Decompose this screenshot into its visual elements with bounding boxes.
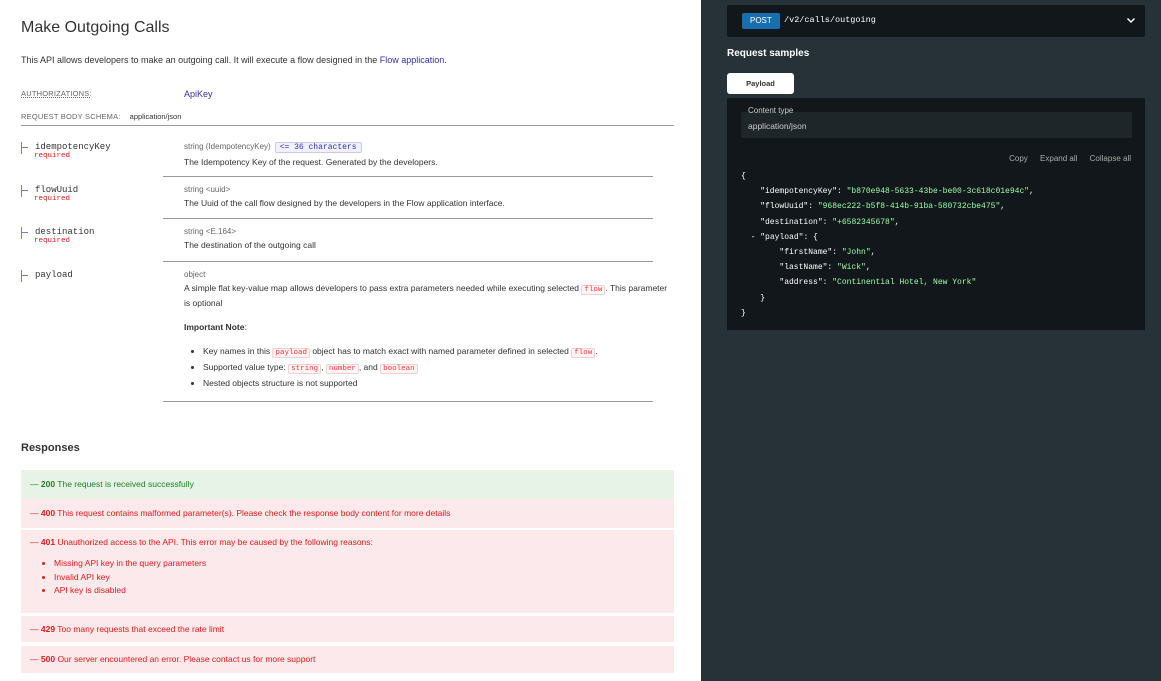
json-value: "968ec222-b5f8-414b-91ba-580732cbe475": [817, 202, 1001, 212]
list-item: Supported value type: string, number, an…: [203, 360, 674, 376]
tree-branch: [21, 270, 29, 282]
property-type: string (IdempotencyKey): [184, 142, 271, 151]
authorizations-label: AUTHORIZATIONS:: [21, 89, 92, 98]
list-item: Key names in this payload object has to …: [203, 344, 674, 360]
api-doc-panel: Make Outgoing Calls This API allows deve…: [0, 0, 701, 681]
required-label: required: [34, 237, 71, 245]
expand-all-button[interactable]: Expand all: [1040, 154, 1077, 163]
property-type: string <E.164>: [184, 227, 237, 236]
json-value: "+6582345678": [832, 217, 895, 227]
json-sample: { "idempotencyKey": "b870e948-5633-43be-…: [741, 172, 1034, 318]
property-description: A simple flat key-value map allows devel…: [184, 283, 668, 308]
response-200[interactable]: — 200 The request is received successful…: [21, 470, 674, 499]
list-item: Nested objects structure is not supporte…: [203, 376, 674, 390]
response-400[interactable]: — 400 This request contains malformed pa…: [21, 499, 674, 528]
responses-title: Responses: [21, 442, 80, 454]
tree-branch: [21, 227, 29, 239]
response-description: The request is received successfully: [57, 479, 194, 489]
divider: [163, 218, 653, 219]
divider: [163, 261, 653, 262]
response-description: This request contains malformed paramete…: [57, 508, 451, 518]
required-label: required: [34, 152, 71, 160]
property-name: flowUuid: [35, 185, 79, 195]
collapse-all-button[interactable]: Collapse all: [1090, 154, 1131, 163]
inline-code: boolean: [380, 364, 418, 374]
list-item: Missing API key in the query parameters: [54, 557, 665, 571]
authorizations-row: AUTHORIZATIONS: ApiKey: [21, 89, 213, 99]
response-401[interactable]: — 401 Unauthorized access to the API. Th…: [21, 530, 674, 613]
status-code: 500: [40, 654, 56, 664]
request-sample-box: Content type application/json Copy Expan…: [727, 98, 1145, 330]
endpoint-toggle[interactable]: POST /v2/calls/outgoing: [727, 5, 1145, 37]
operation-description: This API allows developers to make an ou…: [21, 55, 447, 65]
status-code: 200: [40, 479, 56, 489]
inline-code: string: [288, 364, 322, 374]
divider: [21, 125, 674, 126]
list-item: API key is disabled: [54, 584, 665, 598]
page-title: Make Outgoing Calls: [21, 19, 170, 36]
schema-label: REQUEST BODY SCHEMA:: [21, 112, 121, 121]
property-description: The Idempotency Key of the request. Gene…: [184, 157, 438, 167]
property-name: idempotencyKey: [35, 142, 111, 152]
property-description: The destination of the outgoing call: [184, 240, 316, 250]
schema-value: application/json: [129, 112, 182, 121]
content-type-label: Content type: [748, 106, 794, 115]
divider: [163, 401, 653, 402]
inline-code: flow: [571, 348, 596, 358]
important-note-list: Key names in this payload object has to …: [184, 344, 674, 390]
tree-branch: [21, 142, 29, 154]
copy-button[interactable]: Copy: [1009, 154, 1028, 163]
http-method-badge: POST: [742, 13, 780, 29]
inline-code: flow: [581, 285, 606, 295]
response-429[interactable]: — 429 Too many requests that exceed the …: [21, 616, 674, 642]
response-500[interactable]: — 500 Our server encountered an error. P…: [21, 646, 674, 673]
inline-code: number: [325, 364, 359, 374]
sample-actions: Copy Expand all Collapse all: [999, 154, 1131, 163]
property-type: object: [184, 270, 206, 279]
inline-code: payload: [272, 348, 310, 358]
json-value: "Continential Hotel, New York": [832, 278, 977, 288]
flow-application-link[interactable]: Flow application: [380, 55, 445, 65]
tab-payload[interactable]: Payload: [727, 73, 794, 94]
property-name: payload: [35, 270, 73, 280]
samples-panel: POST /v2/calls/outgoing Request samples …: [701, 0, 1161, 681]
json-value: "John": [841, 248, 871, 258]
endpoint-path: /v2/calls/outgoing: [784, 15, 876, 25]
content-type-value: application/json: [748, 121, 807, 131]
response-description: Our server encountered an error. Please …: [57, 654, 316, 664]
collapse-toggle[interactable]: -: [751, 233, 756, 242]
request-body-schema-row: REQUEST BODY SCHEMA: application/json: [21, 112, 181, 121]
response-description: Unauthorized access to the API. This err…: [57, 537, 373, 547]
length-constraint-badge: <= 36 characters: [274, 142, 362, 153]
status-code: 401: [40, 537, 56, 547]
list-item: Invalid API key: [54, 571, 665, 585]
status-code: 429: [40, 624, 56, 634]
request-samples-title: Request samples: [727, 48, 810, 59]
tree-branch: [21, 185, 29, 197]
required-label: required: [34, 195, 71, 203]
property-description: The Uuid of the call flow designed by th…: [184, 198, 505, 208]
reasons-list: Missing API key in the query parameters …: [30, 557, 665, 598]
status-code: 400: [40, 508, 56, 518]
important-note-heading: Important Note:: [184, 322, 247, 332]
property-type: string <uuid>: [184, 185, 231, 194]
json-value: "Wick": [837, 263, 866, 273]
divider: [163, 176, 653, 177]
chevron-down-icon: [1126, 17, 1136, 24]
property-name: destination: [35, 227, 95, 237]
response-description: Too many requests that exceed the rate l…: [57, 624, 225, 634]
json-value: "b870e948-5633-43be-be00-3c618c01e94c": [846, 187, 1030, 197]
apikey-link[interactable]: ApiKey: [184, 89, 213, 99]
